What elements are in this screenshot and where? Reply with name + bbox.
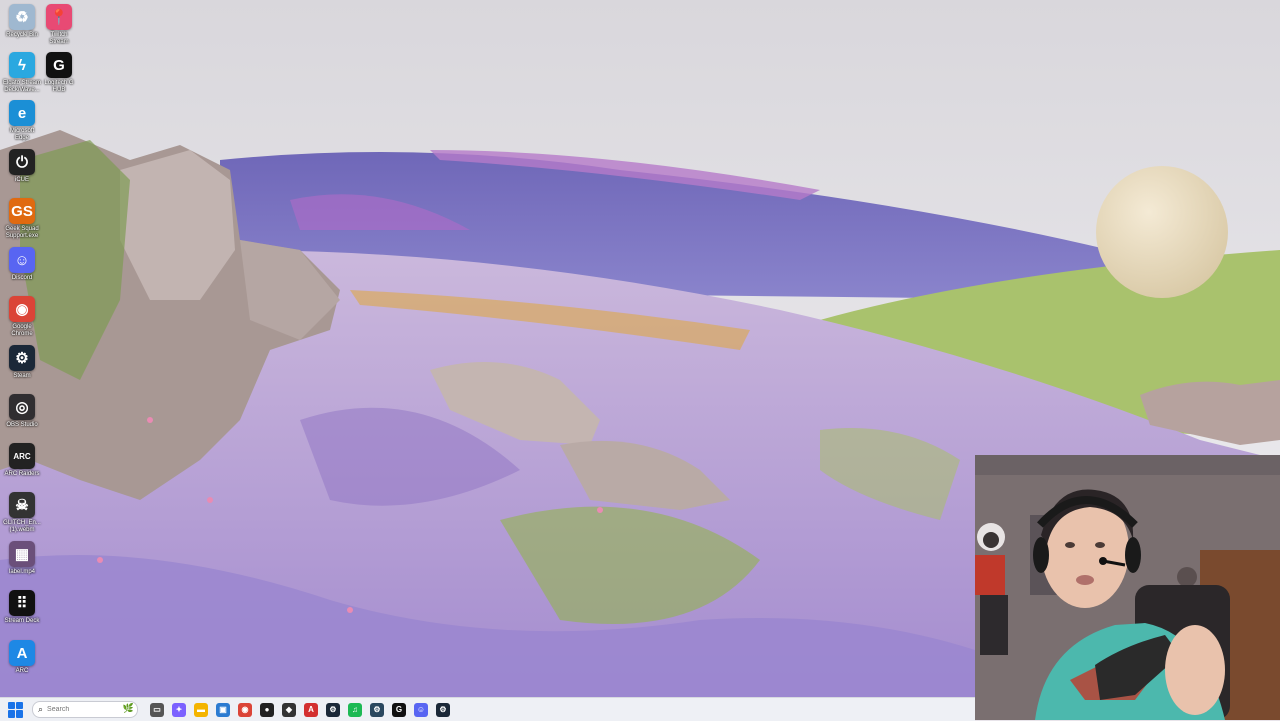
desktop-icon-label: OBS Studio — [6, 422, 38, 428]
desktop-icon-label: Geek Squad Support.exe — [5, 226, 39, 239]
taskbar-steam2-icon[interactable]: ⚙ — [370, 702, 384, 717]
taskbar-store-icon[interactable]: ▣ — [216, 702, 230, 717]
glitch-file-icon: ☠ — [9, 492, 35, 518]
start-button[interactable] — [8, 701, 24, 718]
obs-studio-shortcut[interactable]: ◎ OBS Studio — [0, 394, 44, 429]
webcam-overlay — [975, 455, 1280, 720]
taskbar-copilot-icon[interactable]: ✦ — [172, 702, 186, 717]
discord-icon: ☺ — [9, 247, 35, 273]
video-file-icon: ▦ — [9, 541, 35, 567]
stream-deck-shortcut[interactable]: ⠿ Stream Deck — [0, 590, 44, 625]
search-icon: ⌕ — [38, 704, 44, 714]
microsoft-edge-icon: e — [9, 100, 35, 126]
recycle-bin-icon: ♻ — [9, 4, 35, 30]
desktop-icon-label: Stream Deck — [4, 618, 40, 624]
search-highlight-icon[interactable]: 🌿 — [123, 703, 134, 714]
video-file-shortcut[interactable]: ▦ label.mp4 — [0, 541, 44, 576]
geek-squad-shortcut[interactable]: GS Geek Squad Support.exe — [0, 198, 44, 240]
icue-icon: ⏻ — [9, 149, 35, 175]
taskbar-steam-icon[interactable]: ⚙ — [326, 702, 340, 717]
obs-studio-icon: ◎ — [9, 394, 35, 420]
desktop-icon-label: label.mp4 — [8, 569, 35, 575]
elgato-wave-icon: ϟ — [9, 52, 35, 78]
discord-shortcut[interactable]: ☺ Discord — [0, 247, 44, 282]
twitch-stream-shortcut[interactable]: 📍 Twitch Stream — [37, 4, 81, 46]
desktop-icon-label: Elgato Stream Deck/Wave... — [2, 80, 42, 93]
taskbar-pinned-apps: ▭ ✦ ▬ ▣ ◉ ● ◆ A ⚙ ♫ ⚙ G ☺ ⚙ — [146, 702, 454, 717]
google-chrome-shortcut[interactable]: ◉ Google Chrome — [0, 296, 44, 338]
steam-shortcut[interactable]: ⚙ Steam — [0, 345, 44, 380]
windows-logo-icon — [8, 701, 15, 709]
desktop-icon-label: Steam — [13, 373, 31, 379]
taskbar-geek-icon[interactable]: ◆ — [282, 702, 296, 717]
google-chrome-icon: ◉ — [9, 296, 35, 322]
desktop-icon-label: GLITCH_En... (1).webm — [3, 520, 41, 533]
icue-shortcut[interactable]: ⏻ iCUE — [0, 149, 44, 184]
windows-logo-icon — [16, 701, 23, 709]
taskbar-search-box[interactable]: ⌕ 🌿 — [32, 701, 138, 718]
desktop-icon-label: ARC Raiders — [4, 471, 40, 477]
taskbar-discord-icon[interactable]: ☺ — [414, 702, 428, 717]
microsoft-edge-shortcut[interactable]: e Microsoft Edge — [0, 100, 44, 142]
arc-shortcut[interactable]: A ARC — [0, 640, 44, 675]
taskbar-ghub-icon[interactable]: G — [392, 702, 406, 717]
webcam-feed — [975, 455, 1280, 720]
windows-logo-icon — [8, 710, 15, 718]
taskbar-steam3-icon[interactable]: ⚙ — [436, 702, 450, 717]
desktop-icon-label: Discord — [11, 275, 33, 281]
desktop-icon-label: ARC — [15, 668, 29, 674]
taskbar-file-manager-icon[interactable]: ▭ — [150, 702, 164, 717]
logitech-ghub-shortcut[interactable]: G Logitech G HUB — [37, 52, 81, 94]
desktop-icon-label: Logitech G HUB — [44, 80, 74, 93]
glitch-file-shortcut[interactable]: ☠ GLITCH_En... (1).webm — [0, 492, 44, 534]
taskbar-file-explorer-icon[interactable]: ▬ — [194, 702, 208, 717]
taskbar: ⌕ 🌿 ▭ ✦ ▬ ▣ ◉ ● ◆ A ⚙ ♫ ⚙ G ☺ ⚙ — [0, 697, 975, 721]
steam-icon: ⚙ — [9, 345, 35, 371]
logitech-ghub-icon: G — [46, 52, 72, 78]
taskbar-adobe-icon[interactable]: A — [304, 702, 318, 717]
desktop-icon-label: iCUE — [14, 177, 29, 183]
arc-icon: A — [9, 640, 35, 666]
desktop-icon-label: Microsoft Edge — [9, 128, 35, 141]
arc-raiders-shortcut[interactable]: ARC ARC Raiders — [0, 443, 44, 478]
desktop-icon-label: Recycle Bin — [6, 32, 38, 38]
windows-logo-icon — [16, 710, 23, 718]
taskbar-chrome-icon[interactable]: ◉ — [238, 702, 252, 717]
arc-raiders-icon: ARC — [9, 443, 35, 469]
desktop-icon-label: Google Chrome — [11, 324, 33, 337]
search-input[interactable] — [47, 706, 108, 713]
stream-deck-icon: ⠿ — [9, 590, 35, 616]
desktop-icon-label: Twitch Stream — [49, 32, 69, 45]
taskbar-app-dark-icon[interactable]: ● — [260, 702, 274, 717]
taskbar-spotify-icon[interactable]: ♫ — [348, 702, 362, 717]
twitch-stream-icon: 📍 — [46, 4, 72, 30]
geek-squad-icon: GS — [9, 198, 35, 224]
